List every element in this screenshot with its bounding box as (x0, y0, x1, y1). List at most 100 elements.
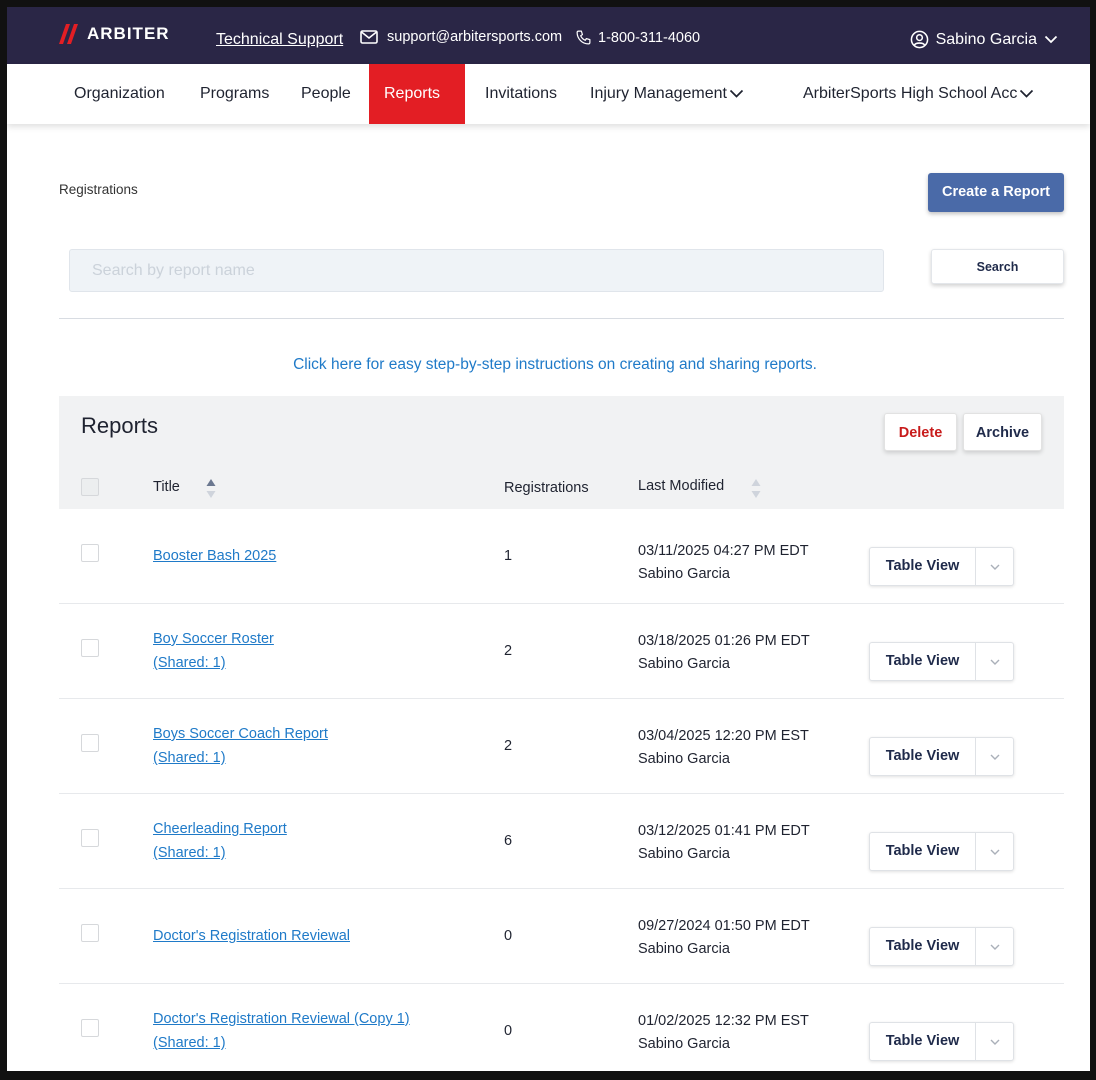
shared-link[interactable]: (Shared: 1) (153, 1031, 410, 1055)
email-text: support@arbitersports.com (387, 29, 563, 45)
nav-organization-switcher[interactable]: ArbiterSports High School Acc (803, 64, 1034, 124)
technical-support-link[interactable]: Technical Support (216, 31, 343, 49)
row-checkbox[interactable] (81, 544, 99, 562)
support-phone[interactable]: 1-800-311-4060 (575, 29, 700, 46)
last-modified-date: 03/11/2025 04:27 PM EDT (638, 543, 809, 559)
report-title-block: Boy Soccer Roster (Shared: 1) (153, 627, 274, 675)
table-view-button[interactable]: Table View (870, 928, 976, 965)
chevron-down-icon (990, 564, 999, 570)
report-title-link[interactable]: Doctor's Registration Reviewal (153, 924, 350, 948)
nav-people[interactable]: People (301, 64, 351, 124)
table-view-split-button: Table View (869, 737, 1014, 776)
sort-icon[interactable] (205, 476, 217, 502)
report-title-link[interactable]: Cheerleading Report (153, 817, 287, 841)
row-checkbox[interactable] (81, 1019, 99, 1037)
user-menu[interactable]: Sabino Garcia (910, 30, 1058, 49)
chevron-down-icon (990, 944, 999, 950)
last-modified: 09/27/2024 01:50 PM EDT Sabino Garcia (638, 915, 810, 961)
nav-organization[interactable]: Organization (74, 64, 165, 124)
user-name: Sabino Garcia (935, 30, 1037, 48)
table-view-button[interactable]: Table View (870, 738, 976, 775)
column-header-title[interactable]: Title (153, 479, 180, 495)
app-window: ARBITER Technical Support support@arbite… (0, 0, 1096, 1080)
chevron-down-icon (1044, 35, 1058, 44)
row-checkbox[interactable] (81, 829, 99, 847)
divider (59, 318, 1064, 319)
last-modified-user: Sabino Garcia (638, 941, 730, 957)
search-input[interactable] (69, 249, 884, 292)
row-checkbox[interactable] (81, 639, 99, 657)
delete-button[interactable]: Delete (884, 413, 957, 451)
select-all-checkbox[interactable] (81, 478, 99, 496)
nav-programs[interactable]: Programs (200, 64, 269, 124)
table-view-dropdown[interactable] (976, 643, 1013, 680)
column-header-last-modified[interactable]: Last Modified (638, 478, 724, 494)
last-modified-user: Sabino Garcia (638, 751, 730, 767)
nav-injury-management-label: Injury Management (590, 85, 727, 102)
nav-invitations[interactable]: Invitations (485, 64, 557, 124)
report-title-block: Cheerleading Report (Shared: 1) (153, 817, 287, 865)
last-modified: 03/18/2025 01:26 PM EDT Sabino Garcia (638, 630, 810, 676)
create-report-button[interactable]: Create a Report (928, 173, 1064, 212)
table-view-button[interactable]: Table View (870, 1023, 976, 1060)
table-view-dropdown[interactable] (976, 928, 1013, 965)
table-view-split-button: Table View (869, 547, 1014, 586)
nav-injury-management[interactable]: Injury Management (590, 64, 744, 124)
last-modified: 03/12/2025 01:41 PM EDT Sabino Garcia (638, 820, 810, 866)
reports-panel: Reports Delete Archive Title Registratio… (59, 396, 1064, 1071)
table-view-dropdown[interactable] (976, 738, 1013, 775)
arbiter-logo[interactable]: ARBITER (59, 24, 170, 44)
registrations-count: 1 (504, 548, 513, 564)
search-button[interactable]: Search (931, 249, 1064, 284)
instructions-link[interactable]: Click here for easy step-by-step instruc… (7, 356, 1090, 374)
brand-name: ARBITER (87, 24, 170, 43)
archive-button[interactable]: Archive (963, 413, 1042, 451)
table-view-split-button: Table View (869, 642, 1014, 681)
last-modified-user: Sabino Garcia (638, 656, 730, 672)
table-view-dropdown[interactable] (976, 833, 1013, 870)
main-nav: Organization Programs People Reports Inv… (7, 64, 1090, 124)
mail-icon (360, 30, 378, 44)
table-view-split-button: Table View (869, 1022, 1014, 1061)
row-checkbox[interactable] (81, 924, 99, 942)
arbiter-logo-icon (59, 24, 78, 44)
sort-icon[interactable] (750, 476, 762, 502)
nav-reports[interactable]: Reports (369, 64, 465, 124)
chevron-down-icon (1020, 90, 1034, 98)
breadcrumb[interactable]: Registrations (59, 182, 138, 197)
table-view-button[interactable]: Table View (870, 833, 976, 870)
column-header-registrations: Registrations (504, 480, 589, 496)
report-title-link[interactable]: Boy Soccer Roster (153, 627, 274, 651)
table-row: Booster Bash 2025 1 03/11/2025 04:27 PM … (59, 509, 1064, 604)
last-modified: 03/04/2025 12:20 PM EST Sabino Garcia (638, 725, 809, 771)
table-row: Doctor's Registration Reviewal (Copy 1) … (59, 984, 1064, 1071)
table-view-dropdown[interactable] (976, 1023, 1013, 1060)
chevron-down-icon (990, 1039, 999, 1045)
table-view-button[interactable]: Table View (870, 548, 976, 585)
chevron-down-icon (990, 659, 999, 665)
shared-link[interactable]: (Shared: 1) (153, 841, 287, 865)
phone-icon (576, 30, 591, 45)
last-modified-user: Sabino Garcia (638, 846, 730, 862)
report-title-link[interactable]: Booster Bash 2025 (153, 544, 276, 568)
shared-link[interactable]: (Shared: 1) (153, 651, 274, 675)
report-title-link[interactable]: Boys Soccer Coach Report (153, 722, 328, 746)
registrations-count: 2 (504, 643, 513, 659)
table-view-dropdown[interactable] (976, 548, 1013, 585)
table-row: Boys Soccer Coach Report (Shared: 1) 2 0… (59, 699, 1064, 794)
last-modified-date: 03/12/2025 01:41 PM EDT (638, 823, 810, 839)
shared-link[interactable]: (Shared: 1) (153, 746, 328, 770)
report-title-block: Doctor's Registration Reviewal (Copy 1) … (153, 1007, 410, 1055)
user-avatar-icon (910, 30, 928, 49)
table-row: Cheerleading Report (Shared: 1) 6 03/12/… (59, 794, 1064, 889)
report-title-block: Boys Soccer Coach Report (Shared: 1) (153, 722, 328, 770)
last-modified-date: 03/04/2025 12:20 PM EST (638, 728, 809, 744)
report-title-link[interactable]: Doctor's Registration Reviewal (Copy 1) (153, 1007, 410, 1031)
support-email[interactable]: support@arbitersports.com (360, 29, 562, 45)
registrations-count: 0 (504, 1023, 513, 1039)
last-modified-date: 03/18/2025 01:26 PM EDT (638, 633, 810, 649)
chevron-down-icon (729, 90, 744, 98)
table-view-button[interactable]: Table View (870, 643, 976, 680)
row-checkbox[interactable] (81, 734, 99, 752)
instructions-link-text[interactable]: Click here for easy step-by-step instruc… (293, 356, 817, 373)
